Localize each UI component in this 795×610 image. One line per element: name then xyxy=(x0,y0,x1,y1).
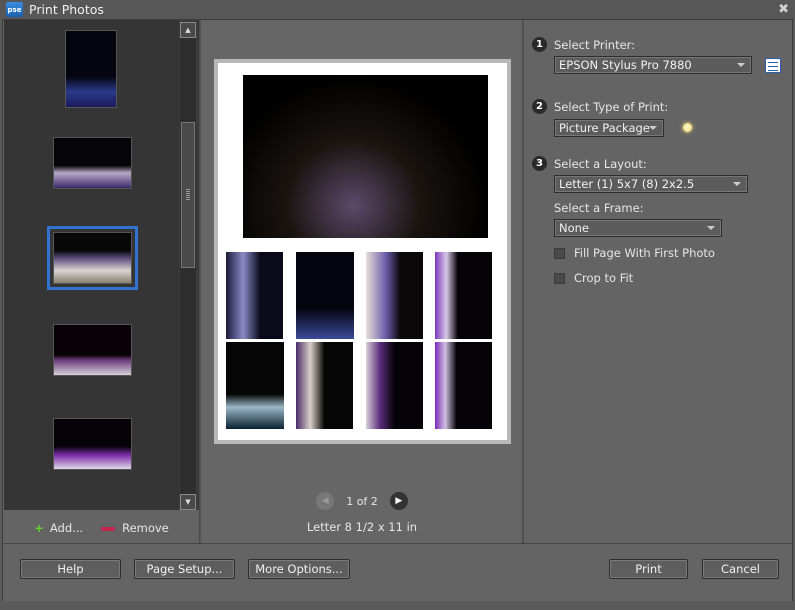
lightbulb-tip-icon[interactable] xyxy=(683,123,692,132)
frame-label: Select a Frame: xyxy=(554,201,644,215)
chevron-down-icon xyxy=(733,182,741,186)
page-indicator: 1 of 2 xyxy=(346,494,378,508)
button-bar: Help Page Setup... More Options... Print… xyxy=(3,543,792,601)
grip-icon xyxy=(186,189,190,201)
step-3: 3 Select a Layout: xyxy=(532,156,647,171)
print-type-label: Select Type of Print: xyxy=(554,99,669,114)
preview-photo-wallet xyxy=(296,252,354,339)
thumbnail-4[interactable] xyxy=(53,324,132,376)
window-title: Print Photos xyxy=(29,2,104,17)
frame-value: None xyxy=(559,221,590,235)
preview-photo-wallet xyxy=(435,252,492,339)
minus-icon xyxy=(101,526,116,531)
remove-label: Remove xyxy=(122,521,169,535)
app-logo-icon: pse xyxy=(6,2,23,17)
printer-dropdown[interactable]: EPSON Stylus Pro 7880 xyxy=(554,56,752,74)
tray-footer: + Add... Remove xyxy=(4,510,199,546)
add-label: Add... xyxy=(49,521,84,535)
frame-dropdown[interactable]: None xyxy=(554,219,722,237)
scroll-thumb[interactable] xyxy=(181,122,195,268)
step-1: 1 Select Printer: xyxy=(532,37,635,52)
previous-page-button[interactable]: ◀ xyxy=(316,492,335,510)
scroll-up-button[interactable]: ▲ xyxy=(180,22,196,38)
step-number: 3 xyxy=(532,156,547,171)
preview-photo-wallet xyxy=(366,252,423,339)
layout-value: Letter (1) 5x7 (8) 2x2.5 xyxy=(559,177,695,191)
print-dialog: ▲ ▼ + Add... Remove ◀ 1 of 2 ▶ Letter 8 … xyxy=(2,19,793,601)
thumbnail-scrollbar[interactable]: ▲ ▼ xyxy=(180,22,196,510)
page-navigator: ◀ 1 of 2 ▶ xyxy=(202,492,522,510)
preview-photo-5x7 xyxy=(243,75,488,238)
fill-page-label: Fill Page With First Photo xyxy=(574,246,715,260)
thumbnail-2[interactable] xyxy=(53,137,132,189)
photo-tray: ▲ ▼ + Add... Remove xyxy=(4,20,199,546)
chevron-down-icon xyxy=(707,226,715,230)
preview-photo-wallet xyxy=(366,342,423,429)
thumbnail-1[interactable] xyxy=(65,30,117,108)
print-type-dropdown[interactable]: Picture Package xyxy=(554,119,664,137)
chevron-down-icon xyxy=(737,63,745,67)
close-icon[interactable]: ✖ xyxy=(778,2,789,17)
more-options-button[interactable]: More Options... xyxy=(248,559,350,579)
print-type-value: Picture Package xyxy=(559,121,650,135)
print-preview: ◀ 1 of 2 ▶ Letter 8 1/2 x 11 in xyxy=(202,20,522,543)
crop-to-fit-checkbox[interactable]: Crop to Fit xyxy=(554,271,633,285)
step-number: 1 xyxy=(532,37,547,52)
step-2: 2 Select Type of Print: xyxy=(532,99,668,114)
checkbox-box[interactable] xyxy=(554,247,565,259)
preview-photo-wallet xyxy=(296,342,353,429)
printer-value: EPSON Stylus Pro 7880 xyxy=(559,58,692,72)
layout-dropdown[interactable]: Letter (1) 5x7 (8) 2x2.5 xyxy=(554,175,748,193)
select-printer-label: Select Printer: xyxy=(554,37,636,52)
next-page-button[interactable]: ▶ xyxy=(389,492,408,510)
layout-label: Select a Layout: xyxy=(554,156,647,171)
help-button[interactable]: Help xyxy=(20,559,121,579)
paper-frame xyxy=(214,59,511,444)
divider xyxy=(199,20,201,543)
thumbnail-list xyxy=(4,20,179,510)
printer-preferences-icon[interactable] xyxy=(765,58,781,73)
thumbnail-5[interactable] xyxy=(53,418,132,470)
page-size-label: Letter 8 1/2 x 11 in xyxy=(306,520,418,534)
cancel-button[interactable]: Cancel xyxy=(702,559,779,579)
step-number: 2 xyxy=(532,99,547,114)
page-setup-button[interactable]: Page Setup... xyxy=(134,559,235,579)
preview-photo-wallet xyxy=(435,342,492,429)
thumbnail-3[interactable] xyxy=(47,226,138,290)
plus-icon: + xyxy=(34,521,44,535)
paper-page xyxy=(218,63,507,440)
add-button[interactable]: + Add... xyxy=(34,521,83,535)
checkbox-box[interactable] xyxy=(554,272,565,284)
title-bar: pse Print Photos ✖ xyxy=(0,0,795,19)
preview-photo-wallet xyxy=(226,252,283,339)
scroll-down-button[interactable]: ▼ xyxy=(180,494,196,510)
crop-to-fit-label: Crop to Fit xyxy=(574,271,634,285)
settings-panel: 1 Select Printer: EPSON Stylus Pro 7880 … xyxy=(524,20,792,543)
remove-button[interactable]: Remove xyxy=(101,521,169,535)
print-button[interactable]: Print xyxy=(609,559,688,579)
fill-page-checkbox[interactable]: Fill Page With First Photo xyxy=(554,246,715,260)
chevron-down-icon xyxy=(649,126,657,130)
preview-photo-wallet xyxy=(226,342,284,429)
